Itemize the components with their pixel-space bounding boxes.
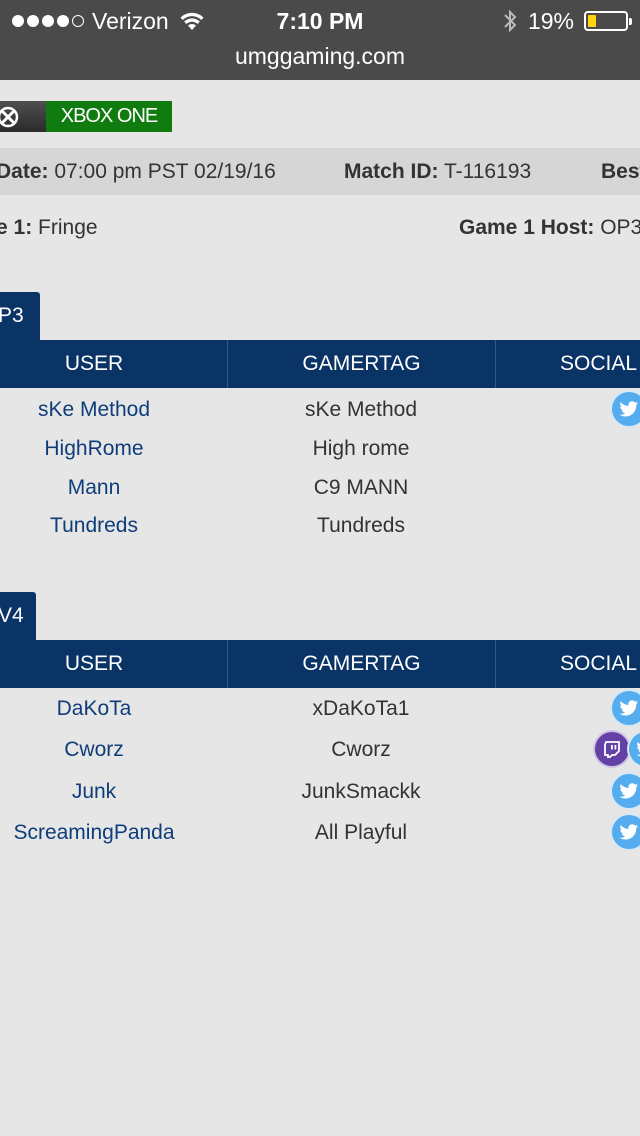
page: Verizon 7:10 PM 19% umggaming.com XBOX O… bbox=[0, 0, 640, 1136]
user-link[interactable]: Mann bbox=[0, 472, 188, 504]
match-info-band: Date: 07:00 pm PST 02/19/16 Match ID: T-… bbox=[0, 148, 640, 195]
column-header-user: USER bbox=[64, 352, 124, 375]
gamertag-cell: sKe Method bbox=[304, 398, 418, 421]
best-of: Best bbox=[601, 148, 640, 195]
column-header-social: SOCIAL M bbox=[495, 340, 640, 388]
status-right: 19% bbox=[502, 6, 632, 36]
team-tab-label: P3 bbox=[0, 304, 24, 327]
match-date-label: Date: bbox=[0, 160, 49, 183]
url-bar[interactable]: umggaming.com bbox=[0, 40, 640, 72]
user-link[interactable]: Junk bbox=[0, 776, 188, 808]
user-link[interactable]: sKe Method bbox=[0, 394, 188, 426]
match-date-value: 07:00 pm PST 02/19/16 bbox=[54, 160, 276, 183]
user-link[interactable]: HighRome bbox=[0, 433, 188, 465]
status-bar: Verizon 7:10 PM 19% umggaming.com bbox=[0, 0, 640, 80]
match-id-label: Match ID: bbox=[344, 160, 439, 183]
platform-name: XBOX ONE bbox=[46, 101, 172, 132]
twitter-icon[interactable] bbox=[612, 691, 640, 725]
column-header-gamertag: GAMERTAG bbox=[227, 640, 495, 688]
gamertag-cell: High rome bbox=[312, 437, 410, 460]
battery-level bbox=[588, 15, 596, 27]
twitter-icon[interactable] bbox=[612, 392, 640, 426]
battery-icon bbox=[584, 11, 632, 31]
team-2-table-header: USER GAMERTAG SOCIAL M bbox=[0, 640, 640, 688]
gamertag-cell: C9 MANN bbox=[313, 476, 409, 499]
battery-percentage: 19% bbox=[527, 7, 574, 34]
gamertag-cell: JunkSmackk bbox=[301, 780, 421, 803]
gamertag-cell: Cworz bbox=[331, 738, 391, 761]
bluetooth-icon bbox=[504, 9, 517, 33]
twitter-icon[interactable] bbox=[629, 732, 640, 766]
gamertag-cell: All Playful bbox=[314, 821, 408, 844]
user-link[interactable]: Cworz bbox=[0, 734, 188, 766]
best-of-label: Best bbox=[601, 160, 640, 183]
game-host: Game 1 Host: OP3 bbox=[459, 211, 640, 245]
twitter-icon[interactable] bbox=[612, 815, 640, 849]
game-host-value: OP3 bbox=[600, 216, 640, 239]
game-map-label: e 1: bbox=[0, 216, 33, 239]
team-tab-2[interactable]: V4 bbox=[0, 592, 36, 640]
user-link[interactable]: DaKoTa bbox=[0, 693, 188, 725]
gamertag-cell: Tundreds bbox=[317, 514, 405, 537]
game-map-value: Fringe bbox=[38, 216, 98, 239]
team-1-table-header: USER GAMERTAG SOCIAL M bbox=[0, 340, 640, 388]
column-header-gamertag: GAMERTAG bbox=[227, 340, 495, 388]
xbox-logo-icon bbox=[0, 101, 46, 132]
match-id-value: T-116193 bbox=[443, 160, 532, 183]
game-host-label: Game 1 Host: bbox=[459, 216, 595, 239]
match-date: Date: 07:00 pm PST 02/19/16 bbox=[0, 148, 276, 195]
team-tab-1[interactable]: P3 bbox=[0, 292, 40, 340]
column-header-user: USER bbox=[64, 652, 124, 675]
twitter-icon[interactable] bbox=[612, 774, 640, 808]
user-link[interactable]: ScreamingPanda bbox=[0, 817, 188, 849]
game-map: e 1: Fringe bbox=[0, 211, 98, 245]
column-header-social: SOCIAL M bbox=[495, 640, 640, 688]
twitch-icon[interactable] bbox=[595, 732, 629, 766]
gamertag-cell: xDaKoTa1 bbox=[312, 697, 410, 720]
user-link[interactable]: Tundreds bbox=[0, 510, 188, 542]
team-tab-label: V4 bbox=[0, 604, 24, 627]
match-id: Match ID: T-116193 bbox=[344, 148, 531, 195]
platform-badge: XBOX ONE bbox=[0, 101, 172, 132]
